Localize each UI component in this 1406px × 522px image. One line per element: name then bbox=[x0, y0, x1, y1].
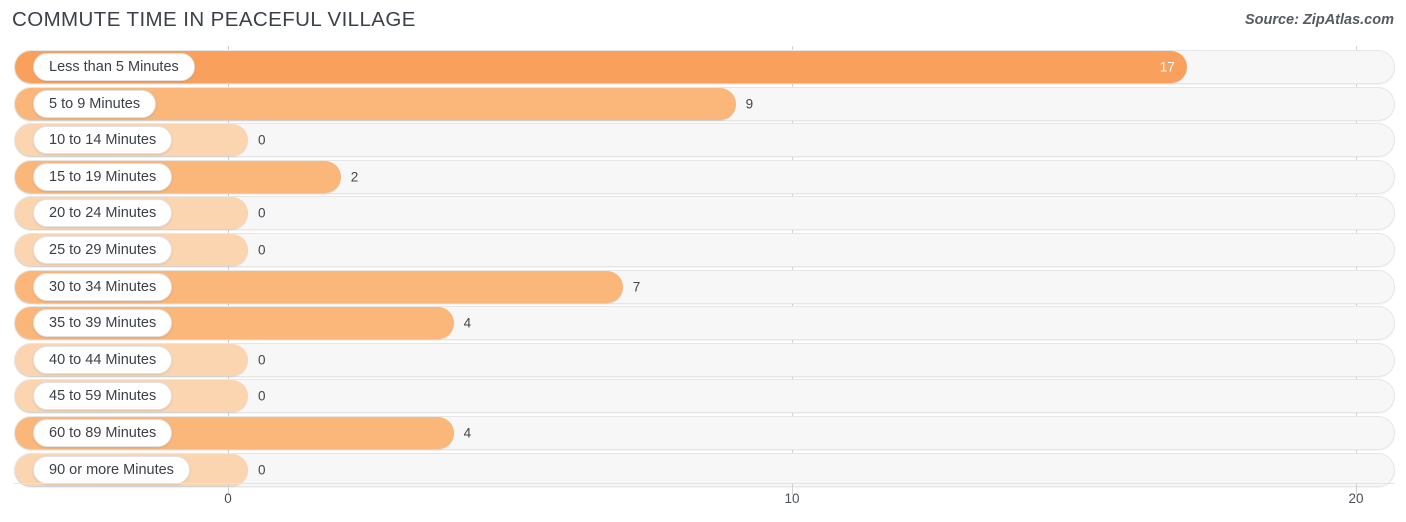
category-label: 30 to 34 Minutes bbox=[33, 272, 173, 301]
x-tick-label: 20 bbox=[1348, 491, 1364, 506]
chart-row: 0 10 to 14 Minutes bbox=[0, 123, 1406, 158]
category-label: 10 to 14 Minutes bbox=[33, 126, 173, 155]
bar-value-label: 0 bbox=[258, 242, 266, 258]
category-label: 5 to 9 Minutes bbox=[33, 89, 157, 118]
chart-row: 4 60 to 89 Minutes bbox=[0, 416, 1406, 450]
chart-row: 4 35 to 39 Minutes bbox=[0, 306, 1406, 341]
chart-plot-area: 17 Less than 5 Minutes 9 5 to 9 Minutes 0 10 … bbox=[0, 46, 1406, 487]
bar-value-label: 0 bbox=[258, 388, 266, 404]
page-title: COMMUTE TIME IN PEACEFUL VILLAGE bbox=[12, 8, 416, 31]
bar-value-label: 17 bbox=[1159, 59, 1175, 75]
category-label: Less than 5 Minutes bbox=[33, 53, 195, 81]
bar-value-label: 9 bbox=[745, 96, 754, 112]
chart-row: 0 20 to 24 Minutes bbox=[0, 196, 1406, 231]
chart-row: 9 5 to 9 Minutes bbox=[0, 86, 1406, 121]
bar-value-label: 2 bbox=[350, 169, 359, 185]
chart-row: 0 25 to 29 Minutes bbox=[0, 233, 1406, 267]
x-tick-label: 0 bbox=[224, 491, 232, 506]
bar-value-label: 0 bbox=[258, 205, 266, 221]
category-label: 15 to 19 Minutes bbox=[33, 162, 173, 191]
category-label: 20 to 24 Minutes bbox=[33, 199, 173, 228]
bar-value-label: 0 bbox=[258, 132, 266, 148]
bar-value-label: 0 bbox=[258, 462, 266, 478]
chart-row: 0 90 or more Minutes bbox=[0, 452, 1406, 487]
bar-value-label: 4 bbox=[463, 425, 472, 441]
chart-row: 2 15 to 19 Minutes bbox=[0, 159, 1406, 194]
category-label: 90 or more Minutes bbox=[33, 455, 190, 484]
chart-header: COMMUTE TIME IN PEACEFUL VILLAGE Source:… bbox=[0, 0, 1406, 44]
category-label: 60 to 89 Minutes bbox=[33, 419, 173, 447]
x-axis: 0 10 20 bbox=[0, 483, 1406, 522]
bar-value-label: 4 bbox=[463, 315, 472, 331]
source-attribution: Source: ZipAtlas.com bbox=[1244, 12, 1394, 28]
bar-value-label: 7 bbox=[632, 279, 641, 295]
chart-row: 17 Less than 5 Minutes bbox=[0, 50, 1406, 84]
category-label: 45 to 59 Minutes bbox=[33, 382, 173, 411]
category-label: 35 to 39 Minutes bbox=[33, 309, 173, 338]
category-label: 25 to 29 Minutes bbox=[33, 236, 173, 264]
chart-row: 7 30 to 34 Minutes bbox=[0, 269, 1406, 304]
category-label: 40 to 44 Minutes bbox=[33, 345, 173, 374]
x-tick-label: 10 bbox=[784, 491, 800, 506]
chart-row: 0 40 to 44 Minutes bbox=[0, 342, 1406, 377]
bar-value-label: 0 bbox=[258, 352, 266, 368]
chart-row: 0 45 to 59 Minutes bbox=[0, 379, 1406, 414]
axis-top-line bbox=[14, 483, 1395, 484]
